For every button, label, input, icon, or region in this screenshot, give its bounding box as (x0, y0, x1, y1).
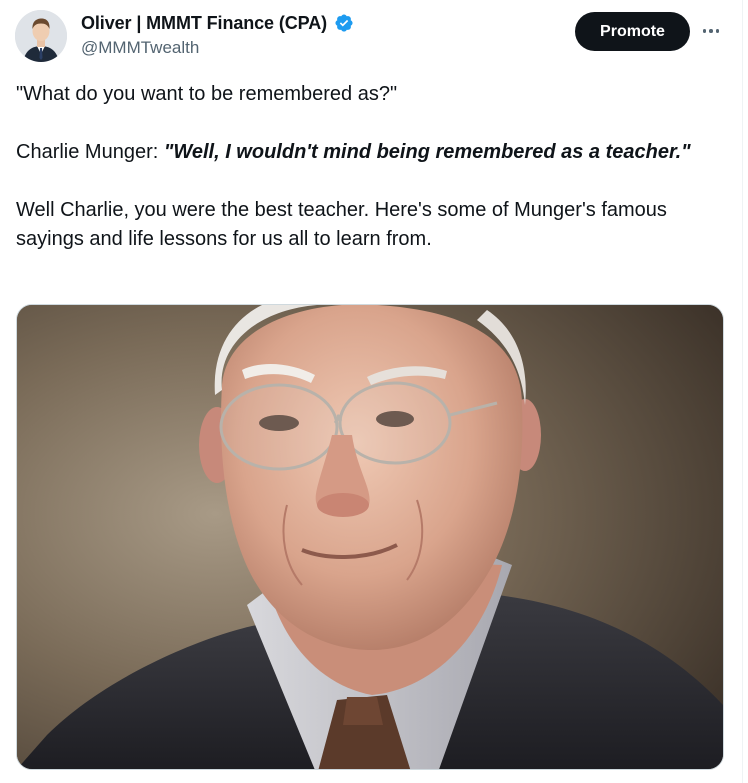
ellipsis-dot (709, 29, 713, 33)
portrait-image (17, 305, 723, 769)
author-handle[interactable]: @MMMTwealth (81, 38, 354, 58)
display-name-row: Oliver | MMMT Finance (CPA) (81, 12, 354, 34)
post-header: Oliver | MMMT Finance (CPA) @MMMTwealth … (15, 9, 727, 65)
post-text-quote-line: Charlie Munger: "Well, I wouldn't mind b… (16, 138, 728, 167)
post-text-line: "What do you want to be remembered as?" (16, 83, 398, 105)
ellipsis-dot (702, 29, 707, 33)
user-avatar-icon (15, 10, 67, 62)
timeline-border (742, 0, 743, 783)
author-display-name[interactable]: Oliver | MMMT Finance (CPA) (81, 13, 327, 34)
ellipsis-dot (715, 29, 720, 33)
post-media-image[interactable] (16, 304, 724, 770)
verified-badge-icon[interactable] (334, 13, 354, 33)
promote-button[interactable]: Promote (575, 12, 690, 51)
post-text: "What do you want to be remembered as?" … (16, 80, 728, 254)
post-text-line: Well Charlie, you were the best teacher.… (16, 199, 667, 250)
quote-text: "Well, I wouldn't mind being remembered … (163, 141, 691, 163)
more-options-icon[interactable] (700, 21, 722, 41)
author-block: Oliver | MMMT Finance (CPA) @MMMTwealth (81, 12, 354, 58)
avatar[interactable] (15, 10, 67, 62)
quote-attribution: Charlie Munger: (16, 141, 164, 163)
